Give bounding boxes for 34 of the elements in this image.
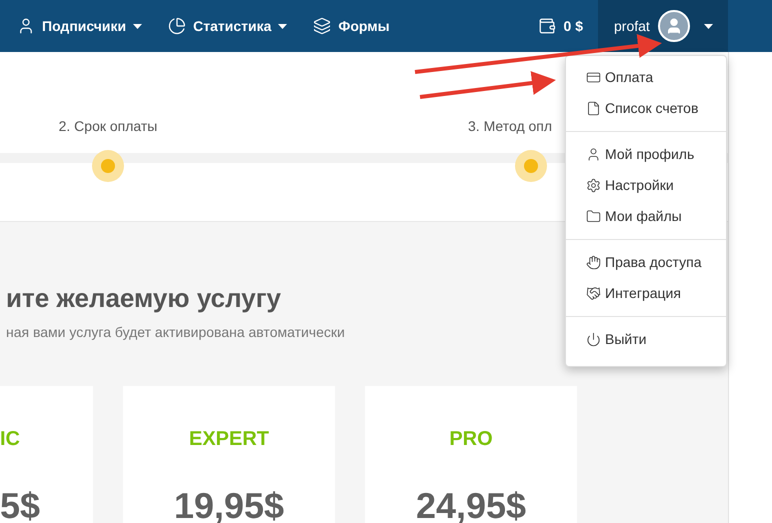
folder-icon (586, 209, 601, 224)
nav-menu-item[interactable]: Формы (313, 16, 390, 36)
hand-icon (586, 255, 601, 270)
dropdown-menu-item[interactable]: Мои файлы (566, 201, 726, 232)
step-label: 3. Метод опл (468, 117, 552, 136)
nav-menu-item[interactable]: Подписчики (17, 16, 142, 36)
nav-menu-item[interactable]: Статистика (168, 16, 288, 36)
caret-icon (704, 24, 713, 28)
user-icon (17, 17, 35, 35)
user-icon (586, 147, 601, 162)
document-icon (586, 101, 601, 116)
plan-name: EXPERT (188, 427, 270, 452)
dropdown-menu-item[interactable]: Мой профиль (566, 139, 726, 170)
dropdown-menu-item[interactable]: Настройки (566, 170, 726, 201)
dropdown-menu-item[interactable]: Права доступа (566, 247, 726, 278)
page-subheading: ная вами услуга будет активирована автоматически (5, 323, 345, 342)
user-menu-button[interactable]: profat (598, 0, 728, 52)
dropdown-menu-item[interactable]: Интеграция (566, 278, 726, 309)
pie-chart-icon (168, 17, 186, 35)
power-icon (586, 332, 601, 347)
balance-button[interactable]: 0 $ (538, 0, 583, 52)
plan-name: PRO (449, 427, 493, 452)
page-heading: ите желаемую услугу (5, 282, 282, 315)
dropdown-menu-item[interactable]: Оплата (566, 62, 726, 93)
plan-price: 5$ (0, 486, 40, 523)
settings-icon (586, 178, 601, 193)
handshake-icon (586, 286, 601, 301)
dropdown-menu-item[interactable]: Выйти (566, 324, 726, 355)
dropdown-menu-item[interactable]: Список счетов (566, 93, 726, 124)
layers-icon (313, 17, 332, 35)
wallet-icon (538, 17, 556, 35)
plan-name: IC (0, 427, 20, 452)
step-label: 2. Срок оплаты (58, 117, 158, 136)
card-icon (586, 70, 601, 85)
